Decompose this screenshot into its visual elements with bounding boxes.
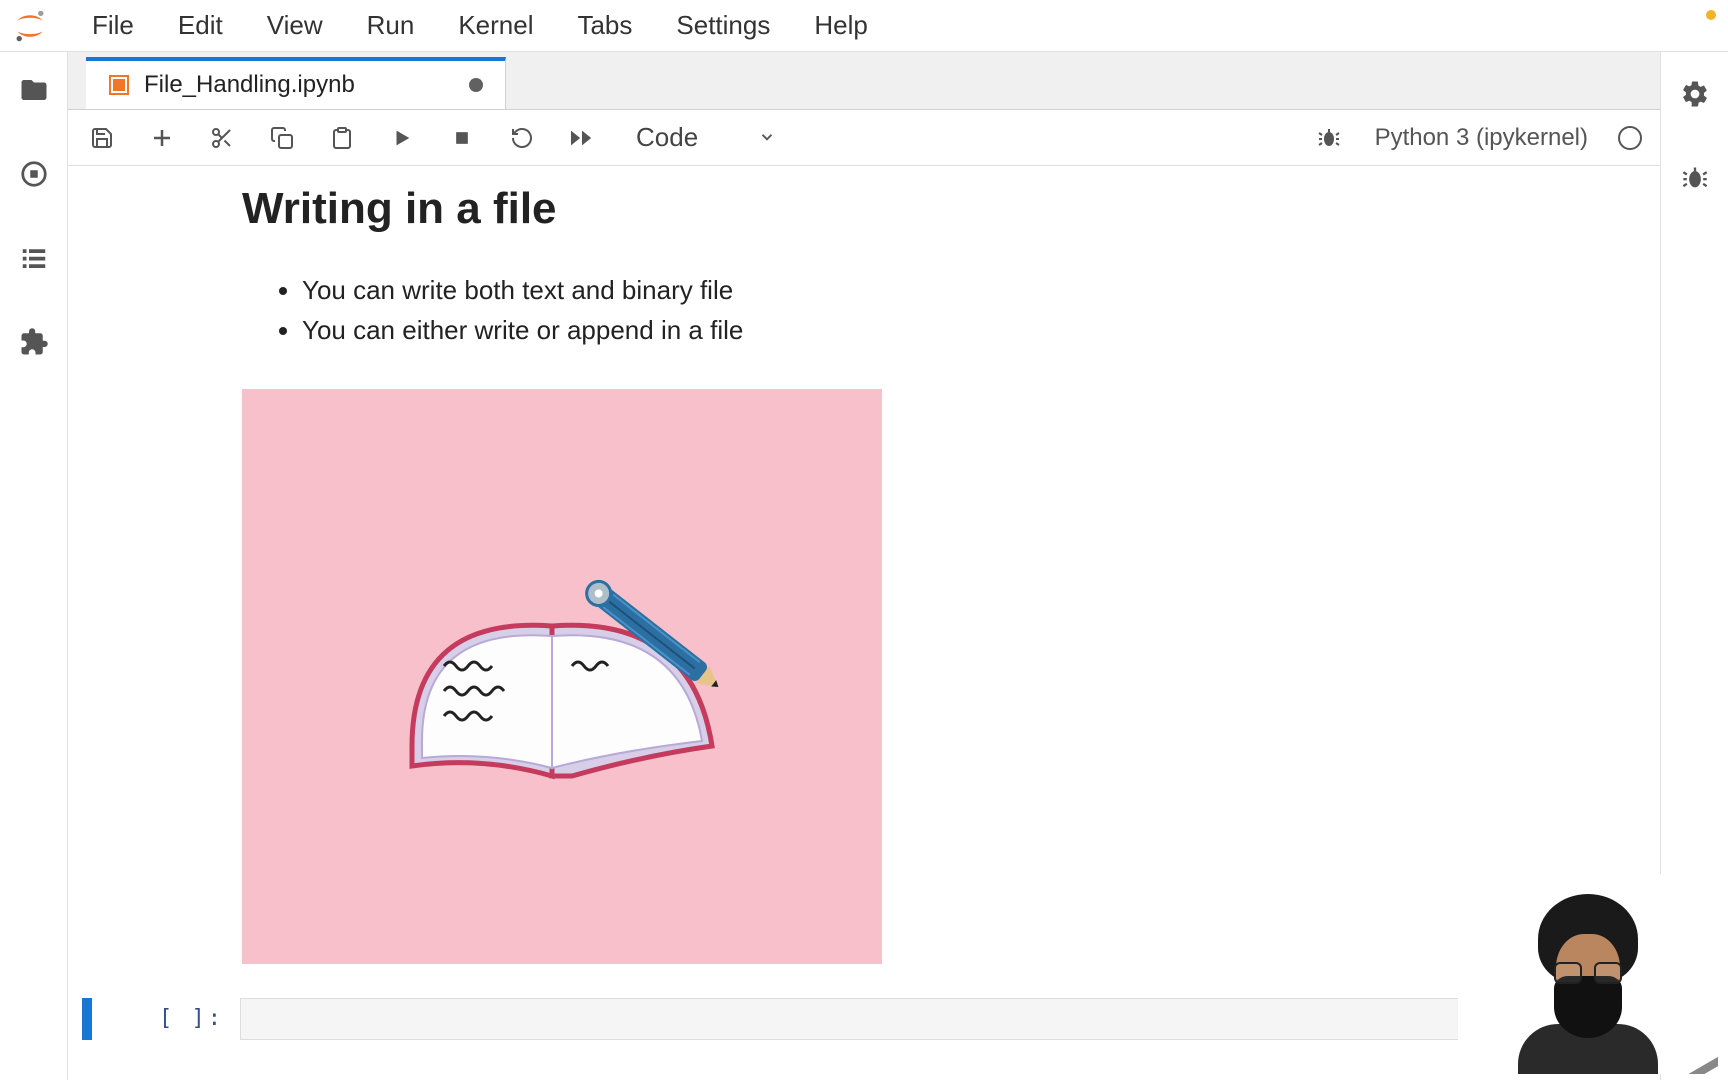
debugger-panel-icon[interactable] bbox=[1677, 160, 1713, 196]
tab-bar: File_Handling.ipynb bbox=[68, 52, 1660, 110]
cell-prompt: [ ]: bbox=[92, 998, 240, 1040]
celltype-label: Code bbox=[636, 122, 698, 153]
presenter-webcam-overlay bbox=[1458, 874, 1718, 1074]
menu-run[interactable]: Run bbox=[345, 0, 437, 51]
menu-help[interactable]: Help bbox=[792, 0, 889, 51]
presenter-silhouette bbox=[1508, 884, 1668, 1074]
cell-heading: Writing in a file bbox=[242, 184, 1586, 234]
restart-run-all-icon[interactable] bbox=[566, 122, 598, 154]
notebook-content[interactable]: Writing in a file You can write both tex… bbox=[68, 166, 1660, 1080]
menu-file[interactable]: File bbox=[70, 0, 156, 51]
restart-icon[interactable] bbox=[506, 122, 538, 154]
stop-icon[interactable] bbox=[446, 122, 478, 154]
notebook-writing-illustration bbox=[242, 389, 882, 964]
settings-gear-icon[interactable] bbox=[1677, 76, 1713, 112]
debugger-icon[interactable] bbox=[1313, 122, 1345, 154]
tab-file-handling[interactable]: File_Handling.ipynb bbox=[86, 57, 506, 109]
chevron-down-icon bbox=[758, 122, 776, 153]
code-input-area[interactable] bbox=[240, 998, 1646, 1040]
celltype-dropdown[interactable]: Code bbox=[636, 122, 776, 153]
copy-icon[interactable] bbox=[266, 122, 298, 154]
running-terminals-icon[interactable] bbox=[16, 156, 52, 192]
code-cell[interactable]: [ ]: bbox=[82, 998, 1646, 1040]
save-icon[interactable] bbox=[86, 122, 118, 154]
extensions-icon[interactable] bbox=[16, 324, 52, 360]
table-of-contents-icon[interactable] bbox=[16, 240, 52, 276]
menu-edit[interactable]: Edit bbox=[156, 0, 245, 51]
paste-icon[interactable] bbox=[326, 122, 358, 154]
cell-selection-marker bbox=[82, 998, 92, 1040]
jupyter-logo-icon bbox=[10, 6, 50, 46]
menu-view[interactable]: View bbox=[245, 0, 345, 51]
kernel-status-idle-icon[interactable] bbox=[1618, 126, 1642, 150]
run-icon[interactable] bbox=[386, 122, 418, 154]
list-item: You can either write or append in a file bbox=[302, 310, 1586, 350]
kernel-name[interactable]: Python 3 (ipykernel) bbox=[1375, 124, 1588, 152]
notebook-file-icon bbox=[108, 74, 130, 96]
tab-dirty-indicator bbox=[469, 78, 483, 92]
bullet-list: You can write both text and binary file … bbox=[242, 270, 1586, 351]
list-item: You can write both text and binary file bbox=[302, 270, 1586, 310]
folder-icon[interactable] bbox=[16, 72, 52, 108]
menubar: File Edit View Run Kernel Tabs Settings … bbox=[0, 0, 1728, 52]
notebook-panel: File_Handling.ipynb bbox=[68, 52, 1660, 1080]
cut-icon[interactable] bbox=[206, 122, 238, 154]
menu-tabs[interactable]: Tabs bbox=[555, 0, 654, 51]
window-minimize-dot[interactable] bbox=[1706, 10, 1716, 20]
left-activity-bar bbox=[0, 52, 68, 1080]
tab-title: File_Handling.ipynb bbox=[144, 71, 449, 99]
menu-settings[interactable]: Settings bbox=[654, 0, 792, 51]
add-cell-icon[interactable] bbox=[146, 122, 178, 154]
menu-kernel[interactable]: Kernel bbox=[436, 0, 555, 51]
markdown-cell[interactable]: Writing in a file You can write both tex… bbox=[242, 184, 1586, 964]
notebook-toolbar: Code Python 3 (ipykernel) bbox=[68, 110, 1660, 166]
